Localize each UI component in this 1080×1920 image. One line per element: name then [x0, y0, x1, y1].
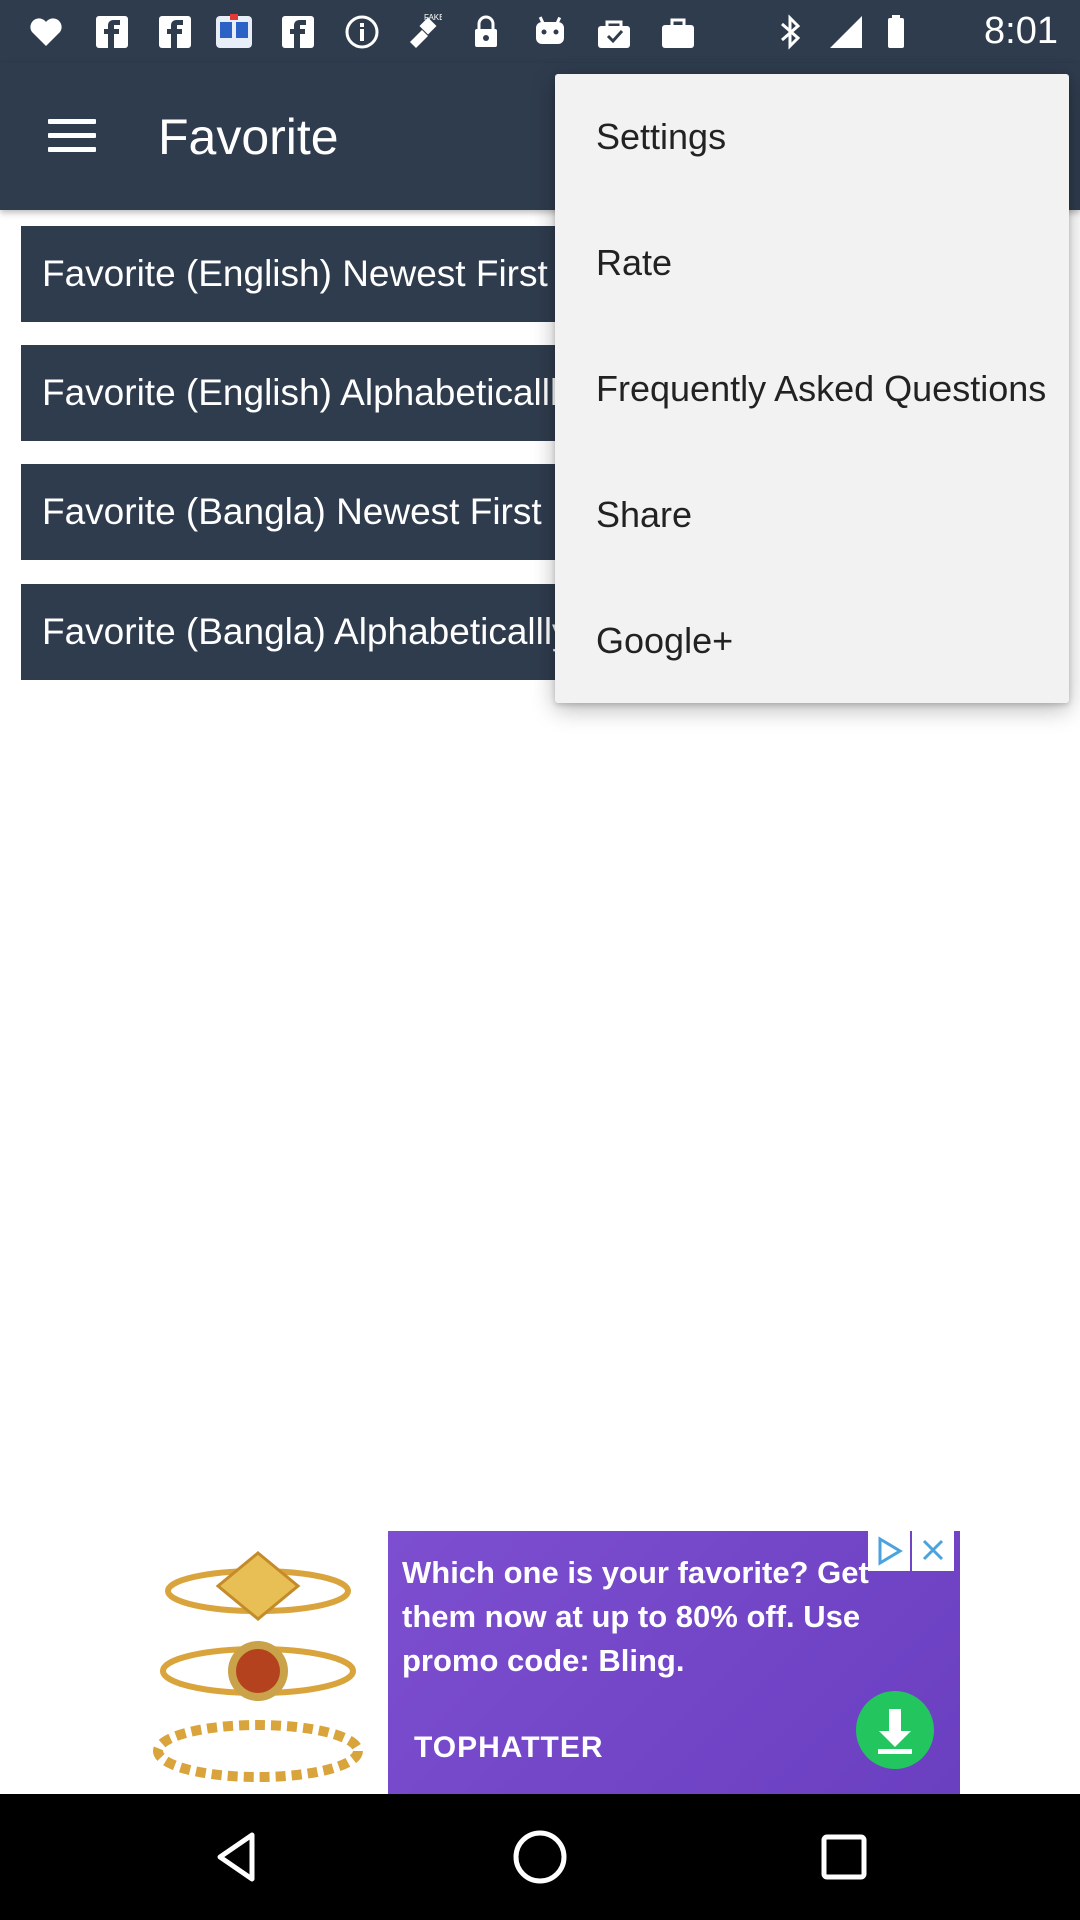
android-icon	[536, 16, 564, 44]
check-bag-icon	[598, 20, 630, 48]
hamburger-icon[interactable]	[44, 115, 100, 155]
page-title: Favorite	[158, 109, 339, 165]
signal-icon	[830, 16, 862, 48]
menu-item-faq[interactable]: Frequently Asked Questions	[555, 326, 1069, 452]
ad-brand: TOPHATTER	[414, 1731, 604, 1764]
fake-gps-icon: FAKE	[410, 13, 442, 48]
status-bar: FAKE 8:01	[0, 0, 1080, 63]
dictionary-app-icon	[216, 14, 252, 48]
home-icon[interactable]	[508, 1825, 572, 1889]
ad-jewelry-image	[148, 1531, 388, 1794]
facebook-icon	[282, 16, 314, 48]
battery-icon	[888, 15, 904, 48]
overflow-menu: Settings Rate Frequently Asked Questions…	[555, 74, 1069, 703]
menu-item-share[interactable]: Share	[555, 452, 1069, 578]
adchoices-icon[interactable]	[868, 1531, 910, 1571]
menu-item-settings[interactable]: Settings	[555, 74, 1069, 200]
briefcase-icon	[662, 18, 694, 48]
status-time: 8:01	[984, 10, 1058, 52]
lock-icon	[475, 15, 497, 47]
download-icon[interactable]	[856, 1691, 934, 1769]
menu-item-rate[interactable]: Rate	[555, 200, 1069, 326]
navigation-bar	[0, 1794, 1080, 1920]
facebook-icon	[159, 16, 191, 48]
recents-icon[interactable]	[812, 1825, 876, 1889]
svg-text:FAKE: FAKE	[424, 13, 442, 22]
info-icon	[345, 15, 379, 49]
back-icon[interactable]	[206, 1825, 270, 1889]
ad-text: Which one is your favorite? Get them now…	[402, 1555, 869, 1678]
iheart-icon	[30, 18, 62, 46]
menu-item-google-plus[interactable]: Google+	[555, 578, 1069, 704]
ad-banner[interactable]: Which one is your favorite? Get them now…	[148, 1531, 960, 1794]
ad-content[interactable]: Which one is your favorite? Get them now…	[388, 1531, 960, 1794]
facebook-icon	[96, 16, 128, 48]
close-icon[interactable]	[912, 1531, 954, 1571]
bluetooth-icon	[781, 14, 801, 50]
